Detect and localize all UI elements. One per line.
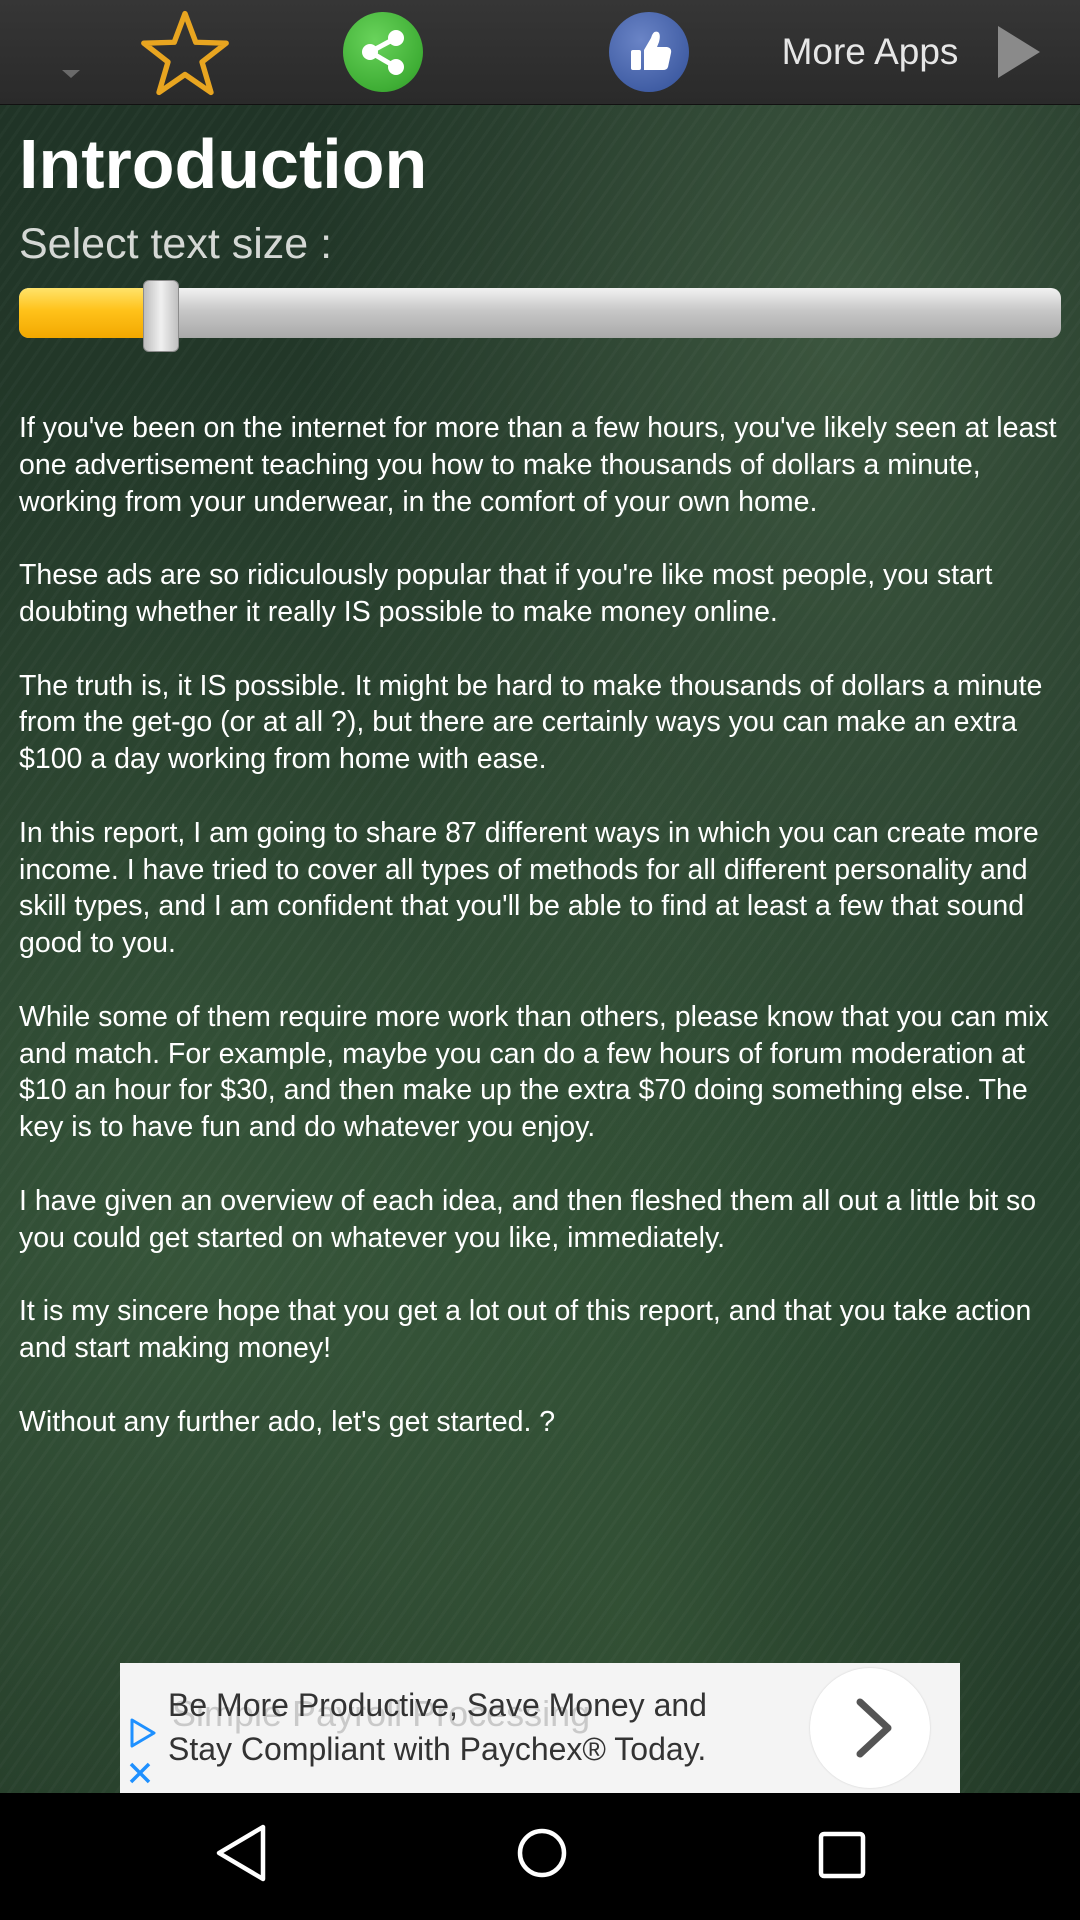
- share-icon: [362, 30, 404, 75]
- share-button[interactable]: [343, 12, 423, 92]
- star-icon[interactable]: [140, 10, 230, 96]
- home-icon[interactable]: [516, 1827, 568, 1879]
- paragraph: If you've been on the internet for more …: [19, 412, 1057, 518]
- like-button[interactable]: [609, 12, 689, 92]
- paragraph: These ads are so ridiculously popular th…: [19, 559, 993, 628]
- ad-choices-icon[interactable]: [126, 1717, 158, 1749]
- paragraph: It is my sincere hope that you get a lot…: [19, 1295, 1032, 1364]
- paragraph: In this report, I am going to share 87 d…: [19, 816, 1039, 960]
- paragraph: I have given an overview of each idea, a…: [19, 1184, 1037, 1254]
- dropdown-arrow-icon[interactable]: [62, 70, 80, 78]
- text-size-label: Select text size :: [19, 220, 333, 268]
- top-toolbar: More Apps: [0, 0, 1080, 105]
- paragraph: The truth is, it IS possible. It might b…: [19, 669, 1043, 776]
- ad-close-icon[interactable]: [126, 1759, 154, 1787]
- play-icon[interactable]: [998, 26, 1040, 78]
- slider-fill: [19, 288, 160, 338]
- slider-thumb[interactable]: [142, 280, 179, 352]
- article-body: If you've been on the internet for more …: [19, 410, 1064, 1477]
- paragraph: Without any further ado, let's get start…: [19, 1405, 556, 1438]
- like-icon: [631, 31, 672, 71]
- ad-text[interactable]: Be More Productive, Save Money and Stay …: [168, 1683, 768, 1771]
- more-apps-button[interactable]: More Apps: [770, 28, 970, 76]
- recent-apps-icon[interactable]: [818, 1831, 866, 1879]
- app-screen: More Apps Introduction Select text size …: [0, 0, 1080, 1793]
- system-nav-bar: [0, 1793, 1080, 1920]
- chevron-right-icon: [856, 1698, 892, 1758]
- ad-open-button[interactable]: [810, 1668, 930, 1788]
- ad-banner[interactable]: Simple Payroll Processing Be More Produc…: [120, 1663, 960, 1793]
- paragraph: While some of them require more work tha…: [19, 1000, 1049, 1144]
- page-title: Introduction: [19, 125, 428, 203]
- back-icon[interactable]: [213, 1823, 269, 1883]
